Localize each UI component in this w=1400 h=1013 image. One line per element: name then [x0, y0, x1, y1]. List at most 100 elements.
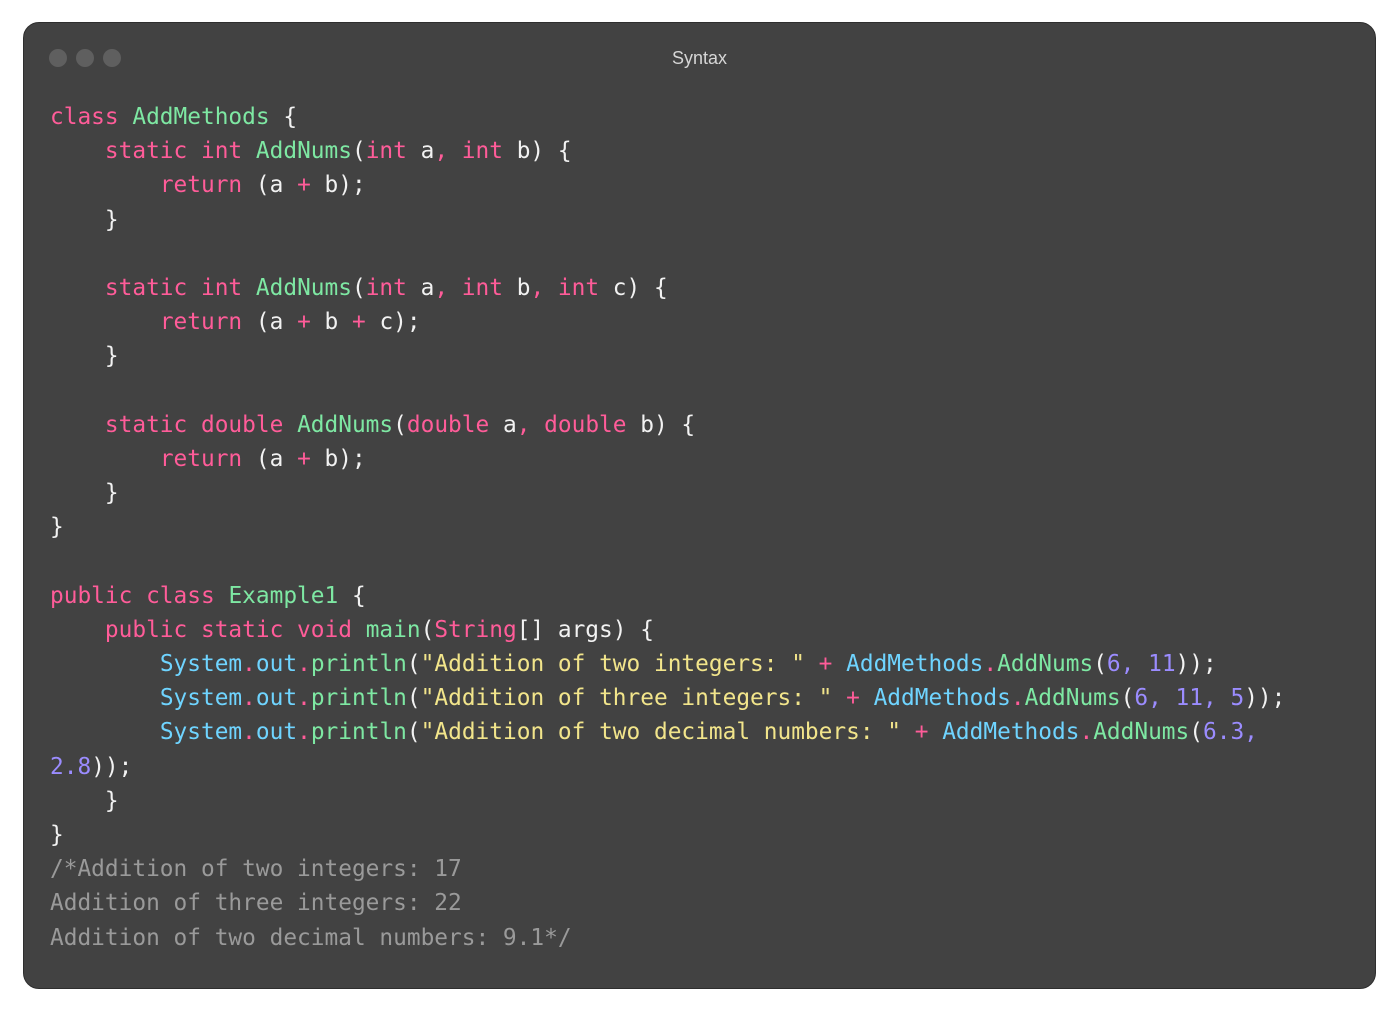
code-token: public class: [50, 582, 229, 609]
code-token: println: [310, 651, 407, 677]
code-token: +: [351, 309, 380, 336]
code-token: 6.3,: [1203, 719, 1258, 746]
code-token: AddNums: [1024, 685, 1121, 712]
code-token: }: [50, 821, 64, 848]
code-token: int: [365, 274, 421, 301]
code-line: }: [50, 339, 1285, 373]
code-token: (: [1120, 685, 1135, 712]
code-token: AddMethods: [942, 719, 1080, 746]
code-token: ,: [434, 274, 462, 301]
code-line: class AddMethods {: [50, 100, 1285, 134]
code-token: AddMethods: [132, 104, 270, 130]
code-token: int: [461, 274, 517, 301]
code-token: AddNums: [997, 651, 1094, 677]
code-token: (a: [255, 309, 298, 336]
code-token: (: [393, 411, 407, 438]
code-token: }: [50, 206, 119, 233]
code-line: return (a + b);: [50, 168, 1285, 202]
code-token: (: [1189, 719, 1203, 746]
code-token: /*Addition of two integers: 17: [50, 856, 462, 883]
code-token: b) {: [640, 411, 696, 438]
code-token: Addition of two decimal numbers: 9.1*/: [50, 924, 572, 951]
code-token: ));: [91, 753, 133, 780]
code-token: [] args) {: [516, 616, 654, 643]
code-token: static double: [104, 411, 298, 438]
code-token: }: [50, 514, 64, 541]
code-token: AddNums: [255, 274, 352, 301]
code-token: a: [502, 411, 517, 438]
code-token: .: [297, 651, 311, 677]
code-token: String: [434, 616, 517, 643]
code-block[interactable]: class AddMethods { static int AddNums(in…: [50, 100, 1285, 955]
code-token: +: [297, 309, 325, 336]
code-line: static int AddNums(int a, int b) {: [50, 134, 1285, 168]
code-token: System: [159, 685, 243, 712]
code-token: .: [242, 651, 256, 677]
code-line: public class Example1 {: [50, 579, 1285, 613]
code-token: int: [557, 274, 613, 301]
code-token: "Addition of two decimal numbers: ": [420, 719, 915, 746]
code-line: static double AddNums(double a, double b…: [50, 408, 1285, 442]
window-title: Syntax: [671, 48, 728, 68]
code-token: }: [50, 343, 119, 370]
code-token: main: [365, 616, 421, 643]
code-token: Example1: [228, 582, 339, 609]
code-token: }: [50, 787, 119, 814]
code-token: static int: [104, 138, 256, 165]
code-line: return (a + b + c);: [50, 305, 1285, 339]
code-token: out: [255, 651, 298, 677]
code-token: out: [255, 719, 298, 746]
code-token: b: [516, 274, 531, 301]
code-line: 2.8));: [50, 750, 1285, 784]
code-token: AddNums: [1093, 719, 1190, 746]
code-token: c) {: [612, 274, 668, 301]
code-line: public static void main(String[] args) {: [50, 613, 1285, 647]
code-token: .: [242, 719, 256, 746]
code-token: return: [159, 445, 256, 472]
code-line: Addition of two decimal numbers: 9.1*/: [50, 921, 1285, 955]
code-token: (: [1093, 651, 1107, 677]
code-token: double: [544, 411, 641, 438]
code-token: {: [338, 582, 366, 609]
code-token: double: [406, 411, 503, 438]
code-line: /*Addition of two integers: 17: [50, 852, 1285, 886]
code-line: Addition of three integers: 22: [50, 886, 1285, 920]
code-token: .: [242, 685, 256, 712]
code-token: 6, 11, 5: [1134, 685, 1245, 712]
code-line: }: [50, 818, 1285, 852]
code-token: (: [351, 274, 366, 301]
code-token: 2.8: [50, 753, 92, 780]
code-token: AddMethods: [846, 651, 984, 677]
code-token: ));: [1244, 685, 1286, 712]
code-token: int: [365, 138, 421, 165]
code-token: (a: [255, 172, 298, 199]
code-token: {: [269, 104, 298, 130]
code-token: +: [914, 719, 943, 746]
code-line: }: [50, 784, 1285, 818]
code-token: b);: [324, 445, 366, 472]
code-line: static int AddNums(int a, int b, int c) …: [50, 271, 1285, 305]
code-token: public static void: [104, 616, 366, 643]
code-token: b: [324, 309, 352, 336]
code-token: (a: [255, 445, 298, 472]
code-token: AddNums: [297, 411, 394, 438]
code-token: a: [420, 274, 435, 301]
code-token: +: [297, 445, 325, 472]
code-token: .: [297, 685, 311, 712]
code-token: System: [159, 719, 243, 746]
code-token: a: [420, 138, 435, 165]
code-line: }: [50, 476, 1285, 510]
code-token: (: [406, 719, 421, 746]
code-token: (: [406, 685, 421, 712]
